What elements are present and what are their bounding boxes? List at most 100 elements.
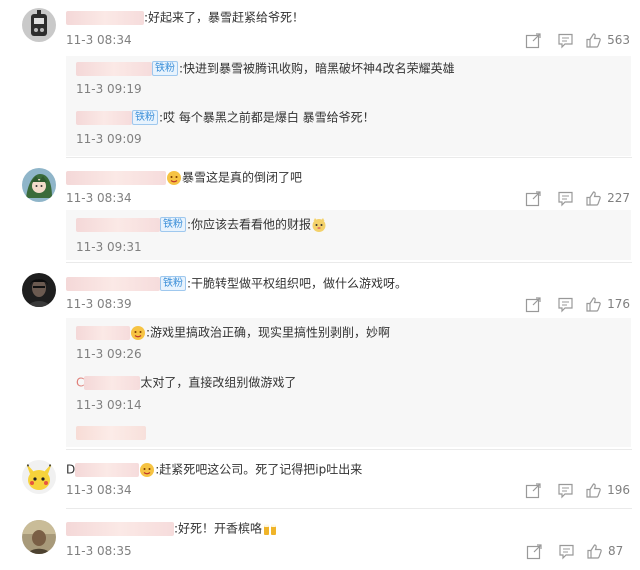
timestamp: 11-3 09:26	[76, 347, 142, 361]
username-blurred[interactable]	[66, 10, 144, 25]
comment-line: 暴雪这是真的倒闭了吧	[66, 169, 302, 186]
share-button[interactable]	[517, 295, 549, 313]
timestamp: 11-3 08:34	[66, 191, 132, 205]
comment-line: :好死！开香槟咯	[66, 520, 278, 537]
share-button[interactable]	[517, 189, 549, 207]
comment-text: :好起来了，暴雪赶紧给爷死！	[144, 10, 305, 25]
comment-line: D:赶紧死吧这公司。死了记得把ip吐出来	[66, 461, 362, 478]
comment-actions: 227	[517, 189, 630, 207]
username-blurred[interactable]	[75, 462, 140, 477]
share-icon	[526, 543, 542, 559]
thumbs-up-icon	[586, 482, 601, 498]
comment-actions: 176	[517, 295, 630, 313]
fan-badge: 铁粉	[152, 61, 178, 76]
reply-box: :游戏里搞政治正确，现实里搞性别剥削，妙啊 11-3 09:26 C 太对了，直接…	[66, 318, 631, 447]
share-icon	[525, 482, 541, 498]
like-button[interactable]: 563	[585, 32, 630, 49]
reply-line: 铁粉:快进到暴雪被腾讯收购，暗黑破坏神4改名荣耀英雄	[76, 60, 455, 77]
avatar[interactable]	[22, 520, 56, 554]
robot-avatar-icon	[22, 8, 56, 42]
reply-line: 铁粉:你应该去看看他的财报	[76, 216, 327, 233]
reply-text: :哎 每个暴黑之前都是爆白 暴雪给爷死！	[159, 110, 375, 125]
avatar[interactable]	[22, 273, 56, 307]
timestamp: 11-3 08:35	[66, 544, 132, 558]
username-blurred[interactable]	[66, 170, 166, 185]
comment-icon	[557, 483, 573, 498]
dark-avatar-icon	[22, 273, 56, 307]
comment-button[interactable]	[550, 542, 582, 560]
comment-text: :干脆转型做平权组织吧，做什么游戏呀。	[187, 276, 408, 291]
like-button[interactable]: 196	[585, 482, 630, 499]
username-blurred[interactable]	[76, 110, 132, 125]
avatar[interactable]	[22, 460, 56, 494]
comment-button[interactable]	[549, 481, 581, 499]
like-button[interactable]: 176	[585, 296, 630, 313]
reply-text: :游戏里搞政治正确，现实里搞性别剥削，妙啊	[146, 325, 391, 340]
comment-actions: 196	[517, 481, 630, 499]
reply-box: 铁粉:你应该去看看他的财报 11-3 09:31	[66, 210, 631, 260]
comment-feed: :好起来了，暴雪赶紧给爷死！ 11-3 08:34 563 铁粉:快进到暴雪被腾…	[0, 0, 640, 570]
share-icon	[525, 296, 541, 312]
username-initial[interactable]: D	[66, 463, 75, 477]
reply-line: 铁粉:哎 每个暴黑之前都是爆白 暴雪给爷死！	[76, 109, 375, 126]
reply-text: :你应该去看看他的财报	[187, 217, 312, 232]
timestamp: 11-3 09:19	[76, 82, 142, 96]
username-blurred[interactable]	[66, 521, 174, 536]
share-icon	[525, 32, 541, 48]
reply-line-partial	[76, 424, 146, 440]
like-count: 176	[607, 297, 630, 311]
comment-actions: 87	[518, 542, 630, 560]
comment-button[interactable]	[549, 189, 581, 207]
comment-line: :好起来了，暴雪赶紧给爷死！	[66, 9, 304, 26]
avatar[interactable]	[22, 168, 56, 202]
timestamp: 11-3 08:34	[66, 33, 132, 47]
share-button[interactable]	[517, 481, 549, 499]
fan-badge: 铁粉	[132, 110, 158, 125]
comment-actions: 563	[517, 31, 630, 49]
comment-text: 暴雪这是真的倒闭了吧	[182, 170, 303, 185]
username-blurred[interactable]	[76, 217, 160, 232]
username-blurred[interactable]	[76, 61, 152, 76]
thumbs-up-icon	[586, 32, 601, 48]
photo-avatar-icon	[22, 520, 56, 554]
thumbs-up-icon	[586, 296, 601, 312]
reply-line: C 太对了，直接改组别做游戏了	[76, 374, 296, 391]
timestamp: 11-3 09:14	[76, 398, 142, 412]
like-button[interactable]: 227	[585, 190, 630, 207]
like-button[interactable]: 87	[586, 543, 630, 560]
fan-badge: 铁粉	[160, 217, 186, 232]
share-button[interactable]	[518, 542, 550, 560]
like-count: 87	[608, 544, 624, 558]
reply-line: :游戏里搞政治正确，现实里搞性别剥削，妙啊	[76, 324, 390, 341]
comment-button[interactable]	[549, 295, 581, 313]
comment-line: 铁粉:干脆转型做平权组织吧，做什么游戏呀。	[66, 275, 407, 292]
thumbs-up-icon	[586, 190, 601, 206]
reply-box: 铁粉:快进到暴雪被腾讯收购，暗黑破坏神4改名荣耀英雄 11-3 09:19 铁粉…	[66, 56, 631, 156]
timestamp: 11-3 09:31	[76, 240, 142, 254]
username-blurred[interactable]	[66, 276, 160, 291]
username-blurred[interactable]	[84, 375, 141, 390]
comment-item: :好死！开香槟咯 11-3 08:35 87	[0, 509, 640, 570]
timestamp: 11-3 08:39	[66, 297, 132, 311]
emoji-face-icon	[166, 170, 182, 186]
emoji-face-icon	[139, 462, 155, 478]
share-button[interactable]	[517, 31, 549, 49]
comment-icon	[557, 191, 573, 206]
reply-text: 太对了，直接改组别做游戏了	[140, 375, 297, 390]
comment-item: :好起来了，暴雪赶紧给爷死！ 11-3 08:34 563 铁粉:快进到暴雪被腾…	[0, 0, 640, 158]
thumbs-up-icon	[587, 543, 602, 559]
like-count: 563	[607, 33, 630, 47]
timestamp: 11-3 09:09	[76, 132, 142, 146]
fan-badge: 铁粉	[160, 276, 186, 291]
comment-item: 铁粉:干脆转型做平权组织吧，做什么游戏呀。 11-3 08:39 176 :游戏…	[0, 263, 640, 449]
avatar[interactable]	[22, 8, 56, 42]
username-blurred[interactable]	[76, 325, 130, 340]
comment-text: :好死！开香槟咯	[174, 521, 263, 536]
comment-icon	[557, 33, 573, 48]
timestamp: 11-3 08:34	[66, 483, 132, 497]
comment-button[interactable]	[549, 31, 581, 49]
comment-icon	[558, 544, 574, 559]
like-count: 196	[607, 483, 630, 497]
reply-username-initial[interactable]: C	[76, 376, 84, 390]
blurred-content	[76, 425, 146, 440]
